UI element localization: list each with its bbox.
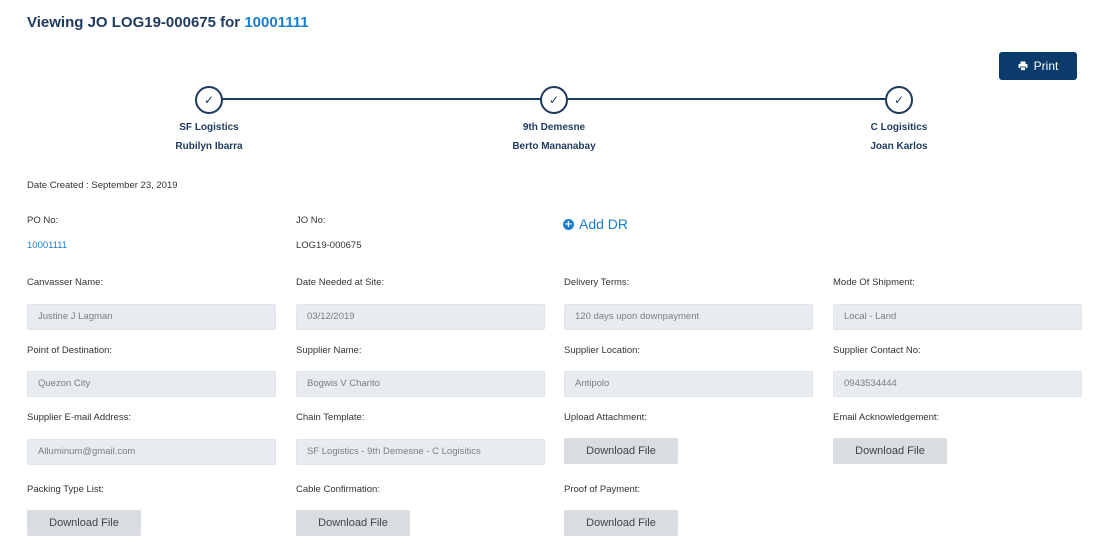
supplier-contact-label: Supplier Contact No: (833, 345, 921, 356)
email-ack-label: Email Acknowledgement: (833, 412, 940, 423)
supplier-location-label: Supplier Location: (564, 345, 641, 356)
chain-step-person: Berto Mananabay (512, 141, 596, 152)
chain-step-person: Rubilyn Ibarra (175, 141, 243, 152)
mode-shipment-field: Local - Land (833, 304, 1082, 330)
check-icon: ✓ (885, 86, 913, 114)
cable-confirmation-label: Cable Confirmation: (296, 484, 380, 495)
printer-icon (1018, 61, 1028, 71)
chain-step-3: ✓ C Logisitics Joan Karlos (789, 86, 1009, 152)
print-button-label: Print (1033, 59, 1059, 73)
canvasser-field: Justine J Lagman (27, 304, 276, 330)
chain-step-person: Joan Karlos (870, 141, 928, 152)
supplier-email-field: Alluminum@gmail.com (27, 439, 276, 465)
upload-attachment-label: Upload Attachment: (564, 412, 647, 423)
supplier-location-field: Antipolo (564, 371, 813, 397)
destination-label: Point of Destination: (27, 345, 113, 356)
supplier-name-field: Bogwis V Charito (296, 371, 545, 397)
delivery-terms-field: 120 days upon downpayment (564, 304, 813, 330)
upload-attachment-download-button[interactable]: Download File (564, 438, 678, 464)
delivery-terms-label: Delivery Terms: (564, 277, 630, 288)
supplier-email-label: Supplier E-mail Address: (27, 412, 132, 423)
email-ack-download-button[interactable]: Download File (833, 438, 947, 464)
check-icon: ✓ (195, 86, 223, 114)
check-icon: ✓ (540, 86, 568, 114)
supplier-name-label: Supplier Name: (296, 345, 362, 356)
canvasser-label: Canvasser Name: (27, 277, 104, 288)
print-button[interactable]: Print (999, 52, 1077, 80)
date-created: Date Created : September 23, 2019 (27, 180, 178, 191)
proof-payment-label: Proof of Payment: (564, 484, 641, 495)
chain-template-field: SF Logistics - 9th Demesne - C Logisitic… (296, 439, 545, 465)
chain-step-company: 9th Demesne (522, 122, 586, 133)
mode-shipment-label: Mode Of Shipment: (833, 277, 915, 288)
packing-list-label: Packing Type List: (27, 484, 104, 495)
jo-label: JO No: (296, 215, 326, 226)
chain-template-label: Chain Template: (296, 412, 365, 423)
po-number-link[interactable]: 10001111 (27, 240, 67, 251)
page-title-po-link[interactable]: 10001111 (244, 14, 308, 31)
cable-confirmation-download-button[interactable]: Download File (296, 510, 410, 536)
add-dr-label: Add DR (579, 216, 629, 232)
chain-step-2: ✓ 9th Demesne Berto Mananabay (444, 86, 664, 152)
add-dr-button[interactable]: + Add DR (563, 216, 628, 232)
chain-step-company: SF Logistics (179, 122, 239, 133)
chain-step-company: C Logisitics (870, 122, 928, 133)
destination-field: Quezon City (27, 371, 276, 397)
po-label: PO No: (27, 215, 59, 226)
chain-step-1: ✓ SF Logistics Rubilyn Ibarra (99, 86, 319, 152)
proof-payment-download-button[interactable]: Download File (564, 510, 678, 536)
plus-circle-icon: + (563, 218, 574, 230)
page-title-text: Viewing JO LOG19-000675 for (27, 14, 245, 31)
jo-number: LOG19-000675 (296, 240, 362, 251)
date-needed-field: 03/12/2019 (296, 304, 545, 330)
packing-list-download-button[interactable]: Download File (27, 510, 141, 536)
date-needed-label: Date Needed at Site: (296, 277, 385, 288)
page-title: Viewing JO LOG19-000675 for 10001111 (27, 14, 309, 31)
supplier-contact-field: 0943534444 (833, 371, 1082, 397)
